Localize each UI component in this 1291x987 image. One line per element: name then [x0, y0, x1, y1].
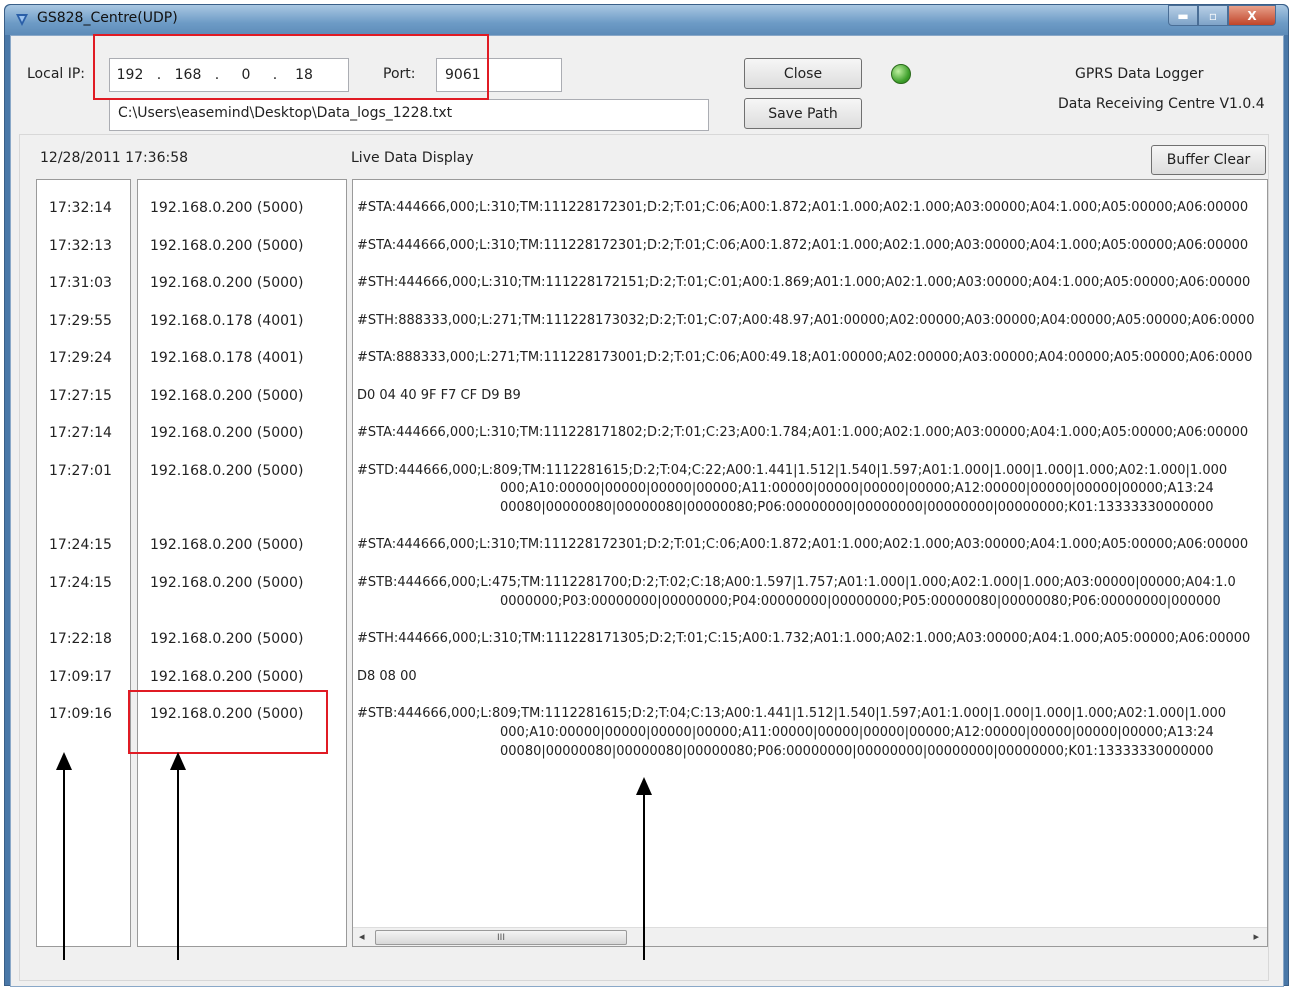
- log-time[interactable]: 17:29:24: [49, 350, 112, 366]
- log-data-line[interactable]: 00080|00000080|00000080|00000080;P06:000…: [500, 500, 1214, 515]
- log-data-line[interactable]: #STA:888333,000;L:271;TM:111228173001;D:…: [357, 350, 1252, 365]
- log-time[interactable]: 17:32:13: [49, 238, 112, 254]
- arrow-up-icon: [56, 752, 72, 960]
- log-source[interactable]: 192.168.0.200 (5000): [150, 631, 303, 647]
- log-source[interactable]: 192.168.0.200 (5000): [150, 425, 303, 441]
- log-source[interactable]: 192.168.0.200 (5000): [150, 238, 303, 254]
- log-time[interactable]: 17:09:16: [49, 706, 112, 722]
- window-controls: ▬ ▫ X: [1168, 5, 1276, 26]
- time-list[interactable]: 17:32:14 17:32:13 17:31:03 17:29:55 17:29:24…: [36, 179, 131, 947]
- log-data-line[interactable]: #STA:444666,000;L:310;TM:111228171802;D:…: [357, 425, 1248, 440]
- current-datetime: 12/28/2011 17:36:58: [40, 150, 189, 166]
- close-connection-button[interactable]: Close: [744, 58, 862, 89]
- log-time[interactable]: 17:27:14: [49, 425, 112, 441]
- maximize-button[interactable]: ▫: [1198, 5, 1228, 26]
- horizontal-scrollbar[interactable]: ◂ III ▸: [353, 927, 1267, 946]
- log-source[interactable]: 192.168.0.200 (5000): [150, 669, 303, 685]
- close-window-button[interactable]: X: [1228, 5, 1276, 26]
- log-time[interactable]: 17:31:03: [49, 275, 112, 291]
- log-source[interactable]: 192.168.0.200 (5000): [150, 575, 303, 591]
- app-name: GPRS Data Logger: [1075, 66, 1204, 82]
- log-data-line[interactable]: D0 04 40 9F F7 CF D9 B9: [357, 388, 521, 403]
- scrollbar-thumb[interactable]: III: [375, 930, 627, 945]
- status-led-icon: [891, 64, 911, 84]
- log-data-line[interactable]: #STB:444666,000;L:809;TM:1112281615;D:2;…: [357, 706, 1226, 721]
- log-time[interactable]: 17:09:17: [49, 669, 112, 685]
- scroll-right-icon[interactable]: ▸: [1253, 930, 1259, 943]
- log-data-line[interactable]: D8 08 00: [357, 669, 417, 684]
- log-time[interactable]: 17:32:14: [49, 200, 112, 216]
- local-ip-label: Local IP:: [27, 66, 86, 82]
- highlight-box-ip-port: [93, 34, 489, 100]
- log-data-line[interactable]: 0000000;P03:00000000|00000000;P04:000000…: [500, 594, 1221, 609]
- window-title: GS828_Centre(UDP): [37, 10, 178, 26]
- log-time[interactable]: 17:27:01: [49, 463, 112, 479]
- log-source[interactable]: 192.168.0.200 (5000): [150, 388, 303, 404]
- log-data-line[interactable]: #STA:444666,000;L:310;TM:111228172301;D:…: [357, 537, 1248, 552]
- live-data-list[interactable]: 00080|00000080|00000080|00000080;P06:000…: [352, 179, 1268, 947]
- log-data-line[interactable]: #STA:444666,000;L:310;TM:111228172301;D:…: [357, 200, 1248, 215]
- log-data-line[interactable]: #STB:444666,000;L:475;TM:1112281700;D:2;…: [357, 575, 1236, 590]
- log-data-line[interactable]: #STD:444666,000;L:809;TM:1112281615;D:2;…: [357, 463, 1227, 478]
- log-source[interactable]: 192.168.0.200 (5000): [150, 537, 303, 553]
- log-source[interactable]: 192.168.0.200 (5000): [150, 275, 303, 291]
- log-source[interactable]: 192.168.0.200 (5000): [150, 200, 303, 216]
- log-source[interactable]: 192.168.0.178 (4001): [150, 350, 303, 366]
- log-source[interactable]: 192.168.0.178 (4001): [150, 313, 303, 329]
- arrow-up-icon: [170, 752, 186, 960]
- arrow-up-icon: [636, 777, 652, 960]
- log-source[interactable]: 192.168.0.200 (5000): [150, 463, 303, 479]
- buffer-clear-button[interactable]: Buffer Clear: [1151, 145, 1266, 175]
- log-time[interactable]: 17:29:55: [49, 313, 112, 329]
- log-path-field[interactable]: C:\Users\easemind\Desktop\Data_logs_1228…: [109, 99, 709, 131]
- save-path-button[interactable]: Save Path: [744, 98, 862, 129]
- log-time[interactable]: 17:22:18: [49, 631, 112, 647]
- log-data-line[interactable]: #STA:444666,000;L:310;TM:111228172301;D:…: [357, 238, 1248, 253]
- log-data-line[interactable]: #STH:888333,000;L:271;TM:111228173032;D:…: [357, 313, 1254, 328]
- app-version: Data Receiving Centre V1.0.4: [1058, 96, 1265, 112]
- live-data-label: Live Data Display: [351, 150, 474, 166]
- minimize-button[interactable]: ▬: [1168, 5, 1198, 26]
- app-icon: [16, 14, 28, 26]
- log-time[interactable]: 17:24:15: [49, 537, 112, 553]
- log-data-line[interactable]: 000;A10:00000|00000|00000|00000;A11:0000…: [500, 481, 1214, 496]
- log-time[interactable]: 17:27:15: [49, 388, 112, 404]
- log-data-line[interactable]: 00080|00000080|00000080|00000080;P06:000…: [500, 744, 1214, 759]
- log-data-line[interactable]: #STH:444666,000;L:310;TM:111228172151;D:…: [357, 275, 1250, 290]
- log-data-line[interactable]: 000;A10:00000|00000|00000|00000;A11:0000…: [500, 725, 1214, 740]
- log-data-line[interactable]: #STH:444666,000;L:310;TM:111228171305;D:…: [357, 631, 1250, 646]
- scroll-left-icon[interactable]: ◂: [359, 930, 365, 943]
- title-bar[interactable]: GS828_Centre(UDP) ▬ ▫ X: [5, 5, 1288, 35]
- highlight-box-source: [128, 690, 328, 754]
- log-time[interactable]: 17:24:15: [49, 575, 112, 591]
